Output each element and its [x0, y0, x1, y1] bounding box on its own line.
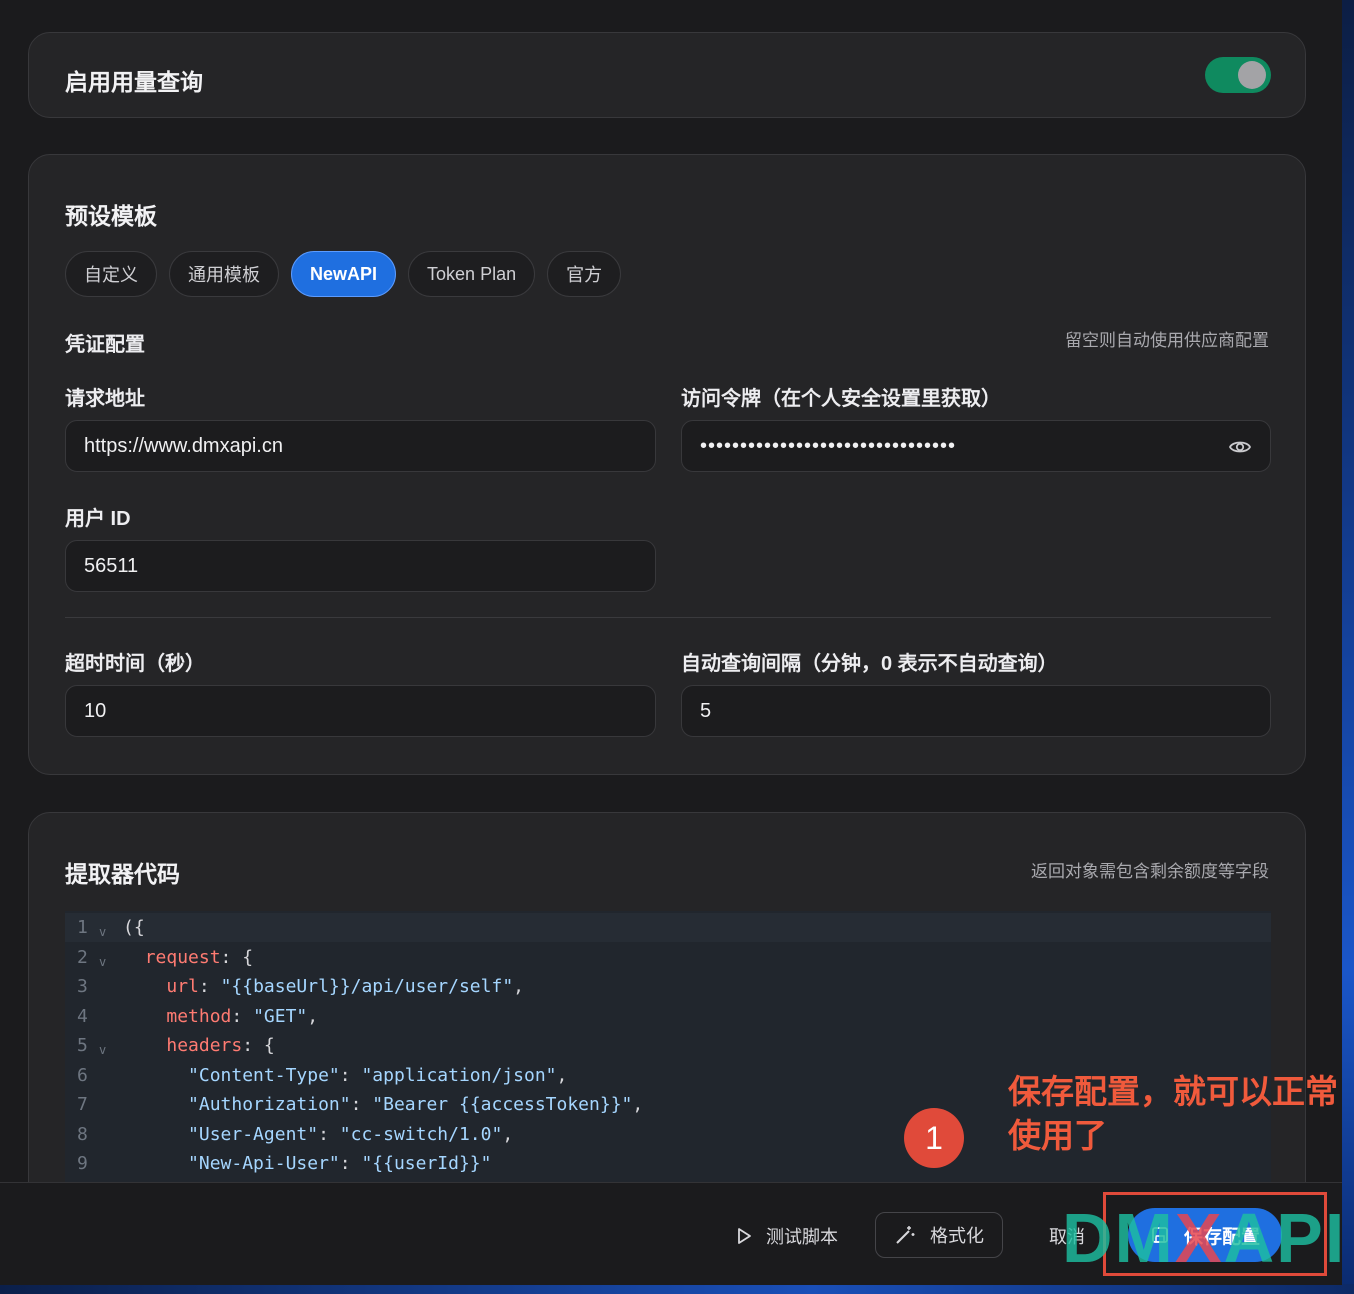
- cancel-button[interactable]: 取消: [1049, 1223, 1085, 1249]
- usage-query-toggle[interactable]: [1205, 57, 1271, 93]
- annotation-text: 保存配置，就可以正常使用了: [1008, 1073, 1338, 1154]
- code-line: 4 method: "GET",: [65, 1002, 1271, 1031]
- preset-tab-1[interactable]: 通用模板: [169, 251, 279, 297]
- line-number: 2: [77, 946, 88, 968]
- cancel-label: 取消: [1049, 1227, 1085, 1247]
- play-icon: [738, 1228, 751, 1244]
- code-text: "User-Agent": "cc-switch/1.0",: [188, 1123, 514, 1145]
- interval-value: 5: [700, 699, 712, 722]
- code-line: 2v request: {: [65, 943, 1271, 972]
- preset-title: 预设模板: [65, 203, 157, 229]
- preset-tab-2[interactable]: NewAPI: [291, 251, 397, 297]
- section-divider: [65, 617, 1271, 618]
- toggle-knob: [1238, 61, 1266, 89]
- access-token-label: 访问令牌（在个人安全设置里获取）: [681, 388, 1001, 410]
- interval-label: 自动查询间隔（分钟，0 表示不自动查询）: [681, 653, 1058, 675]
- code-text: "Authorization": "Bearer {{accessToken}}…: [188, 1094, 644, 1115]
- line-number: 4: [77, 1005, 88, 1027]
- interval-input[interactable]: 5: [681, 685, 1271, 737]
- extractor-card: 提取器代码 返回对象需包含剩余额度等字段 1 v({2 v request: {3 …: [28, 812, 1306, 1232]
- line-number: 1: [77, 917, 88, 938]
- code-line: 1 v({: [65, 913, 1271, 942]
- step-badge: 1: [904, 1108, 964, 1168]
- code-text: url: "{{baseUrl}}/api/user/self",: [166, 976, 525, 997]
- preset-tab-3[interactable]: Token Plan: [408, 251, 536, 297]
- extractor-hint: 返回对象需包含剩余额度等字段: [1031, 862, 1269, 881]
- preset-tabs: 自定义 通用模板 NewAPI Token Plan 官方: [65, 251, 622, 297]
- code-text: headers: {: [166, 1035, 275, 1056]
- line-number: 7: [77, 1094, 88, 1115]
- extractor-title: 提取器代码: [65, 861, 180, 887]
- eye-icon[interactable]: [1228, 435, 1252, 459]
- preset-card: 预设模板 自定义 通用模板 NewAPI Token Plan 官方 凭证配置 留空则自…: [28, 154, 1306, 775]
- usage-query-card: 启用用量查询: [28, 32, 1306, 118]
- preset-tab-4[interactable]: 官方: [547, 251, 622, 297]
- user-id-label: 用户 ID: [65, 508, 131, 530]
- desktop-edge-bottom: [0, 1284, 1354, 1294]
- user-id-value: 56511: [84, 554, 139, 577]
- request-url-input[interactable]: https://www.dmxapi.cn: [65, 420, 656, 472]
- desktop-edge-right: [1342, 0, 1354, 1294]
- test-script-label: 测试脚本: [766, 1227, 838, 1247]
- code-line: 3 url: "{{baseUrl}}/api/user/self",: [65, 972, 1271, 1001]
- code-line: 5v headers: {: [65, 1031, 1271, 1060]
- line-number: 3: [77, 976, 88, 997]
- code-text: "Content-Type": "application/json",: [188, 1064, 568, 1086]
- code-text: method: "GET",: [166, 1005, 319, 1027]
- save-highlight-box: [1103, 1192, 1327, 1276]
- line-number: 8: [77, 1123, 88, 1145]
- user-id-input[interactable]: 56511: [65, 540, 656, 592]
- format-button[interactable]: 格式化: [875, 1212, 1003, 1258]
- timeout-value: 10: [84, 699, 107, 722]
- format-label: 格式化: [930, 1226, 984, 1246]
- timeout-input[interactable]: 10: [65, 685, 656, 737]
- code-text: request: {: [144, 946, 254, 968]
- usage-query-title: 启用用量查询: [65, 69, 203, 95]
- request-url-value: https://www.dmxapi.cn: [84, 434, 283, 457]
- line-number: 9: [77, 1153, 88, 1174]
- timeout-label: 超时时间（秒）: [65, 653, 205, 675]
- line-number: 5: [77, 1035, 88, 1056]
- magic-wand-icon: [896, 1226, 915, 1244]
- test-script-button[interactable]: 测试脚本: [734, 1223, 838, 1249]
- access-token-value: ••••••••••••••••••••••••••••••••: [700, 434, 957, 457]
- credentials-hint: 留空则自动使用供应商配置: [1065, 331, 1269, 350]
- credentials-label: 凭证配置: [65, 334, 145, 356]
- request-url-label: 请求地址: [65, 388, 145, 410]
- code-text: ({: [123, 917, 145, 938]
- line-number: 6: [77, 1064, 88, 1086]
- preset-tab-0[interactable]: 自定义: [65, 251, 157, 297]
- code-text: "New-Api-User": "{{userId}}": [188, 1153, 492, 1174]
- access-token-input[interactable]: ••••••••••••••••••••••••••••••••: [681, 420, 1271, 472]
